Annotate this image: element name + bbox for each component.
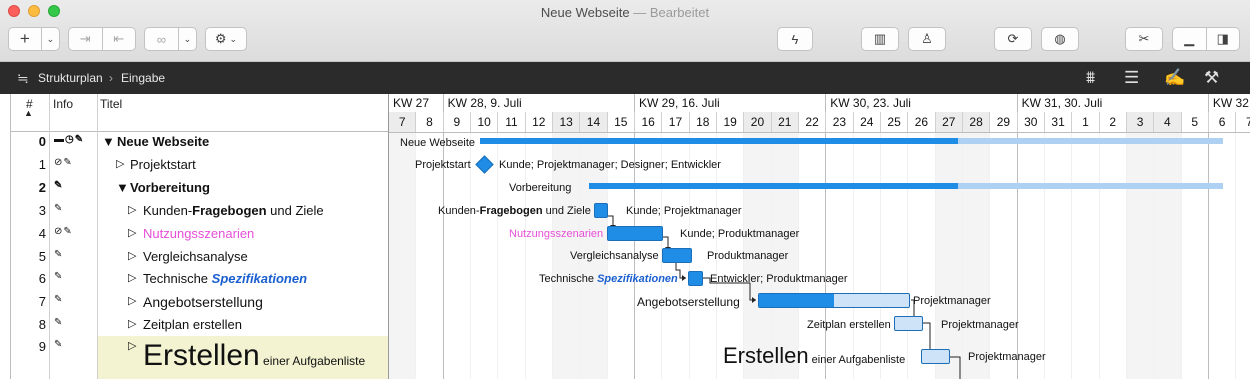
task-bar[interactable]	[688, 271, 703, 286]
gantt-resources: Kunde; Produktmanager	[680, 228, 800, 240]
gantt-label: Erstellen einer Aufgabenliste	[723, 343, 906, 368]
task-bar-progress[interactable]	[758, 293, 910, 308]
gantt-label: Projektstart	[415, 159, 471, 171]
summary-bar[interactable]	[480, 138, 1223, 144]
gantt-resources: Produktmanager	[707, 250, 789, 262]
gantt-label: Zeitplan erstellen	[807, 319, 891, 331]
gantt-label: Kunden-Fragebogen und Ziele	[438, 205, 591, 217]
gantt-connectors	[607, 215, 961, 379]
gantt-label: Nutzungsszenarien	[509, 228, 604, 240]
gantt-label: Vergleichsanalyse	[570, 250, 659, 262]
gantt-label: Angebotserstellung	[637, 295, 740, 309]
gantt-label: Neue Webseite	[400, 137, 476, 149]
task-bar[interactable]	[662, 248, 692, 263]
gantt-label: Technische Spezifikationen	[539, 273, 678, 285]
gantt-resources: Projektmanager	[968, 351, 1046, 363]
task-bar[interactable]	[594, 203, 608, 218]
gantt-resources: Entwickler; Produktmanager	[710, 273, 848, 285]
gantt-resources: Projektmanager	[941, 319, 1019, 331]
task-bar[interactable]	[607, 226, 663, 241]
summary-bar[interactable]	[589, 183, 1223, 189]
task-bar[interactable]	[921, 349, 950, 364]
gantt-resources: Projektmanager	[913, 295, 991, 307]
gantt-resources: Kunde; Projektmanager	[626, 205, 742, 217]
task-bar[interactable]	[894, 316, 923, 331]
gantt-resources: Kunde; Projektmanager; Designer; Entwick…	[499, 159, 721, 171]
gantt-label: Vorbereitung	[509, 182, 572, 194]
